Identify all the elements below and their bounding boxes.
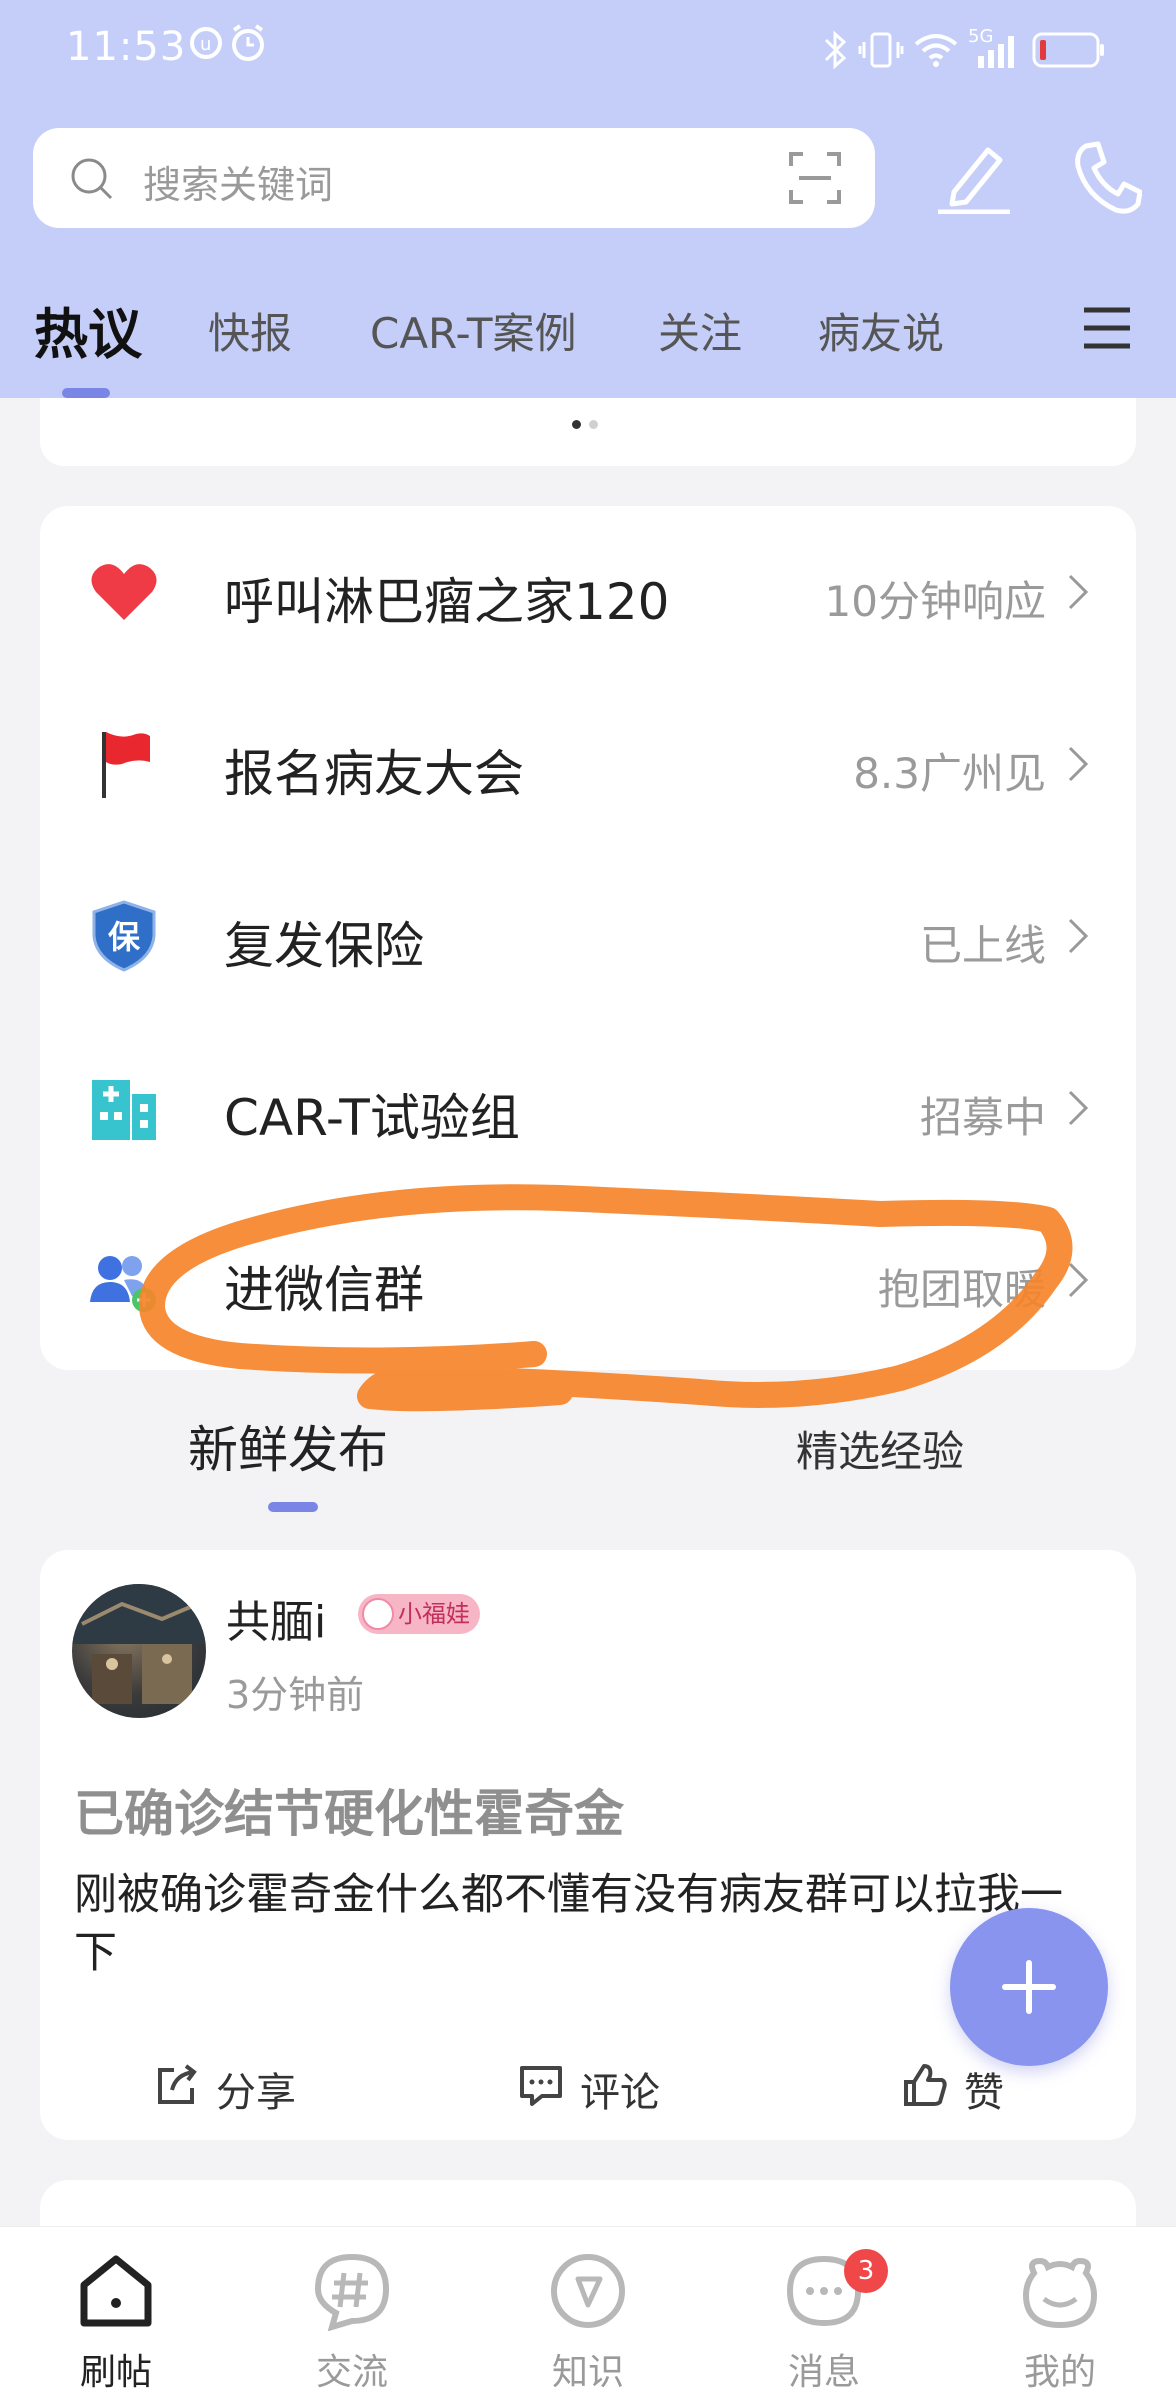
service-subtitle: 招募中: [919, 1093, 1046, 1142]
like-label: 赞: [964, 2070, 1004, 2116]
tab-car-t-cases[interactable]: CAR-T案例: [370, 300, 577, 361]
comment-button[interactable]: 评论: [518, 2056, 678, 2116]
section-tab-indicator: [268, 1502, 318, 1512]
badge-icon: [362, 1598, 394, 1630]
chevron-right-icon: [1068, 918, 1089, 954]
avatar-image: [72, 1584, 206, 1704]
unread-badge: 3: [844, 2249, 888, 2293]
vibrate-icon: [858, 32, 904, 68]
post-time: 3分钟前: [226, 1673, 365, 1717]
create-post-button[interactable]: [950, 1908, 1108, 2066]
chevron-right-icon: [1068, 746, 1089, 782]
search-input[interactable]: 搜索关键词: [143, 154, 333, 209]
status-notification-icons: u: [190, 24, 264, 61]
share-label: 分享: [216, 2070, 296, 2116]
flag-icon: [102, 732, 150, 798]
search-bar[interactable]: 搜索关键词: [33, 128, 875, 228]
edit-icon[interactable]: [934, 142, 1014, 214]
share-button[interactable]: 分享: [154, 2056, 314, 2116]
tab-follow[interactable]: 关注: [658, 300, 742, 361]
tab-featured[interactable]: 精选经验: [796, 1418, 964, 1479]
service-label: CAR-T试验组: [224, 1089, 520, 1147]
post-body[interactable]: 刚被确诊霍奇金什么都不懂有没有病友群可以拉我一下: [74, 1866, 1094, 1982]
service-row-hotline[interactable]: 呼叫淋巴瘤之家120 10分钟响应: [40, 506, 1136, 678]
hashtag-icon: [314, 2253, 390, 2331]
service-label: 复发保险: [224, 917, 424, 975]
service-row-insurance[interactable]: 保 复发保险 已上线: [40, 850, 1136, 1022]
user-badge: 小福娃: [358, 1594, 480, 1634]
nav-knowledge[interactable]: 知识: [508, 2227, 668, 2400]
nav-profile[interactable]: 我的: [980, 2227, 1140, 2400]
tab-news[interactable]: 快报: [208, 300, 292, 361]
tab-patient-talk[interactable]: 病友说: [818, 300, 944, 361]
profile-icon: [1022, 2257, 1098, 2329]
carousel-dot: [589, 420, 598, 429]
nav-label: 交流: [315, 2352, 388, 2393]
comment-icon: [520, 2066, 562, 2106]
scan-icon[interactable]: [789, 152, 841, 204]
carousel-dots: [568, 414, 602, 433]
chevron-right-icon: [1068, 1090, 1089, 1126]
badge-label: 小福娃: [398, 1600, 470, 1628]
tab-indicator: [62, 388, 110, 398]
service-label: 进微信群: [224, 1261, 424, 1319]
service-subtitle: 抱团取暖: [877, 1265, 1046, 1314]
service-row-cart-trial[interactable]: CAR-T试验组 招募中: [40, 1022, 1136, 1194]
signal-icon: [978, 36, 1014, 68]
carousel-dot-active: [572, 420, 581, 429]
plus-icon-stroke: [1026, 1960, 1032, 2014]
nav-browse[interactable]: 刷帖: [36, 2227, 196, 2400]
group-add-icon: [90, 1256, 156, 1312]
service-row-wechat-group[interactable]: 进微信群 抱团取暖: [40, 1194, 1136, 1366]
post-card[interactable]: 共腼i 小福娃 3分钟前 已确诊结节硬化性霍奇金 刚被确诊霍奇金什么都不懂有没有…: [40, 1550, 1136, 2140]
nav-label: 刷帖: [79, 2352, 152, 2393]
service-row-conference[interactable]: 报名病友大会 8.3广州见: [40, 678, 1136, 850]
heart-icon: [91, 564, 157, 620]
phone-icon[interactable]: [1072, 140, 1142, 216]
post-title[interactable]: 已确诊结节硬化性霍奇金: [74, 1774, 624, 1846]
status-time: 11:53: [66, 24, 187, 70]
svg-text:u: u: [200, 34, 211, 55]
service-label: 报名病友大会: [224, 745, 524, 803]
shield-icon-text: 保: [108, 918, 141, 956]
tab-overflow-fade: [1010, 292, 1080, 372]
avatar[interactable]: [72, 1584, 206, 1718]
service-subtitle: 已上线: [919, 921, 1046, 970]
service-subtitle: 10分钟响应: [824, 577, 1046, 626]
battery-icon: [1032, 32, 1104, 68]
chevron-right-icon: [1068, 1262, 1089, 1298]
nav-messages[interactable]: 3 消息: [744, 2227, 904, 2400]
tab-latest[interactable]: 新鲜发布: [188, 1410, 388, 1482]
wifi-icon: [914, 34, 958, 67]
bottom-nav: 刷帖 交流 知识 3 消息 我的: [0, 2226, 1176, 2400]
nav-label: 知识: [551, 2352, 624, 2393]
thumbs-up-icon: [904, 2064, 947, 2106]
status-bar: 11:53 u 5G: [0, 0, 1176, 100]
post-author[interactable]: 共腼i: [226, 1586, 326, 1650]
service-subtitle: 8.3广州见: [853, 749, 1046, 798]
compass-icon: [551, 2254, 625, 2328]
hospital-icon: [92, 1080, 156, 1140]
nav-label: 消息: [787, 2352, 860, 2393]
menu-icon[interactable]: [1082, 306, 1132, 350]
service-label: 呼叫淋巴瘤之家120: [224, 573, 670, 631]
bluetooth-icon: [824, 30, 847, 70]
chevron-right-icon: [1068, 574, 1089, 610]
search-icon: [71, 158, 113, 200]
shield-icon: 保: [92, 900, 156, 972]
service-card: 呼叫淋巴瘤之家120 10分钟响应 报名病友大会 8.3广州见 保 复发保险 已…: [40, 506, 1136, 1370]
share-icon: [158, 2064, 197, 2104]
tab-hot[interactable]: 热议: [34, 290, 142, 369]
top-tab-bar: 热议 快报 CAR-T案例 关注 病友说: [0, 290, 1176, 370]
home-icon: [80, 2255, 152, 2327]
nav-discuss[interactable]: 交流: [272, 2227, 432, 2400]
comment-label: 评论: [580, 2070, 660, 2116]
header: 11:53 u 5G 搜索关键词 热议 快报 CAR-T案例 关注 病友说: [0, 0, 1176, 398]
nav-label: 我的: [1023, 2352, 1096, 2393]
